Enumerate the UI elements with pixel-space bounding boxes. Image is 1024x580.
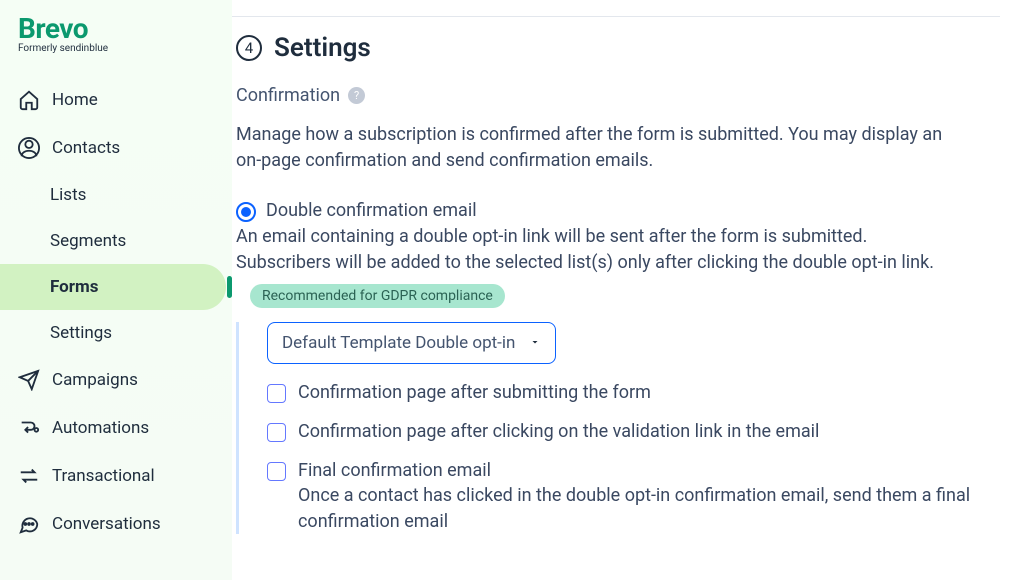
step-number: 4 xyxy=(236,35,262,61)
transactional-icon xyxy=(18,465,40,487)
step-title: Settings xyxy=(274,33,371,63)
automation-icon xyxy=(18,417,40,439)
gdpr-badge: Recommended for GDPR compliance xyxy=(250,284,505,308)
section-label-text: Confirmation xyxy=(236,85,340,106)
radio-double-confirmation[interactable]: Double confirmation email xyxy=(236,200,1000,222)
sidebar-item-settings[interactable]: Settings xyxy=(0,310,226,356)
radio-input[interactable] xyxy=(236,202,256,222)
sidebar-item-label: Home xyxy=(52,90,98,110)
sidebar: Brevo Formerly sendinblue Home Contacts … xyxy=(0,0,232,580)
sidebar-item-label: Lists xyxy=(50,185,86,205)
sidebar-item-label: Settings xyxy=(50,323,112,343)
sidebar-item-automations[interactable]: Automations xyxy=(0,404,226,452)
sidebar-item-contacts[interactable]: Contacts xyxy=(0,124,226,172)
radio-description: An email containing a double opt-in link… xyxy=(236,224,956,276)
template-select[interactable]: Default Template Double opt-in xyxy=(267,322,556,364)
section-description: Manage how a subscription is confirmed a… xyxy=(236,122,956,174)
checkbox-input[interactable] xyxy=(267,384,286,403)
sidebar-item-home[interactable]: Home xyxy=(0,76,226,124)
logo: Brevo xyxy=(18,12,214,45)
sidebar-item-lists[interactable]: Lists xyxy=(0,172,226,218)
checkbox-label: Confirmation page after clicking on the … xyxy=(298,421,819,442)
checkbox-description: Once a contact has clicked in the double… xyxy=(298,483,978,533)
main: 4 Settings Confirmation ? Manage how a s… xyxy=(232,0,1024,580)
sidebar-item-conversations[interactable]: Conversations xyxy=(0,500,226,548)
sidebar-item-label: Transactional xyxy=(52,466,155,486)
sidebar-item-campaigns[interactable]: Campaigns xyxy=(0,356,226,404)
select-value: Default Template Double opt-in xyxy=(282,333,515,353)
sidebar-item-segments[interactable]: Segments xyxy=(0,218,226,264)
sidebar-item-label: Segments xyxy=(50,231,126,251)
sidebar-item-label: Forms xyxy=(50,277,98,297)
section-label: Confirmation ? xyxy=(236,85,1000,106)
caret-down-icon xyxy=(529,333,541,353)
checkbox-input[interactable] xyxy=(267,423,286,442)
logo-tagline: Formerly sendinblue xyxy=(18,43,214,54)
checkbox-confirm-page-submit[interactable]: Confirmation page after submitting the f… xyxy=(267,382,1000,403)
content: 4 Settings Confirmation ? Manage how a s… xyxy=(232,17,1024,534)
nav: Home Contacts Lists Segments Forms Setti… xyxy=(0,76,232,548)
sidebar-item-label: Campaigns xyxy=(52,370,138,390)
sidebar-item-label: Automations xyxy=(52,418,149,438)
send-icon xyxy=(18,369,40,391)
sidebar-item-forms[interactable]: Forms xyxy=(0,264,226,310)
logo-block: Brevo Formerly sendinblue xyxy=(0,12,232,62)
sub-options: Default Template Double opt-in Confirmat… xyxy=(236,322,1000,533)
help-icon[interactable]: ? xyxy=(348,87,365,104)
sidebar-item-label: Contacts xyxy=(52,138,120,158)
sidebar-item-label: Conversations xyxy=(52,514,161,534)
checkbox-label: Confirmation page after submitting the f… xyxy=(298,382,651,403)
checkbox-final-email[interactable]: Final confirmation email Once a contact … xyxy=(267,460,1000,533)
chat-icon xyxy=(18,513,40,535)
home-icon xyxy=(18,89,40,111)
sidebar-item-transactional[interactable]: Transactional xyxy=(0,452,226,500)
checkbox-input[interactable] xyxy=(267,462,286,481)
checkbox-confirm-page-validation[interactable]: Confirmation page after clicking on the … xyxy=(267,421,1000,442)
radio-label: Double confirmation email xyxy=(266,200,477,221)
checkbox-label: Final confirmation email xyxy=(298,460,978,481)
step-header: 4 Settings xyxy=(236,33,1000,63)
contacts-icon xyxy=(18,137,40,159)
